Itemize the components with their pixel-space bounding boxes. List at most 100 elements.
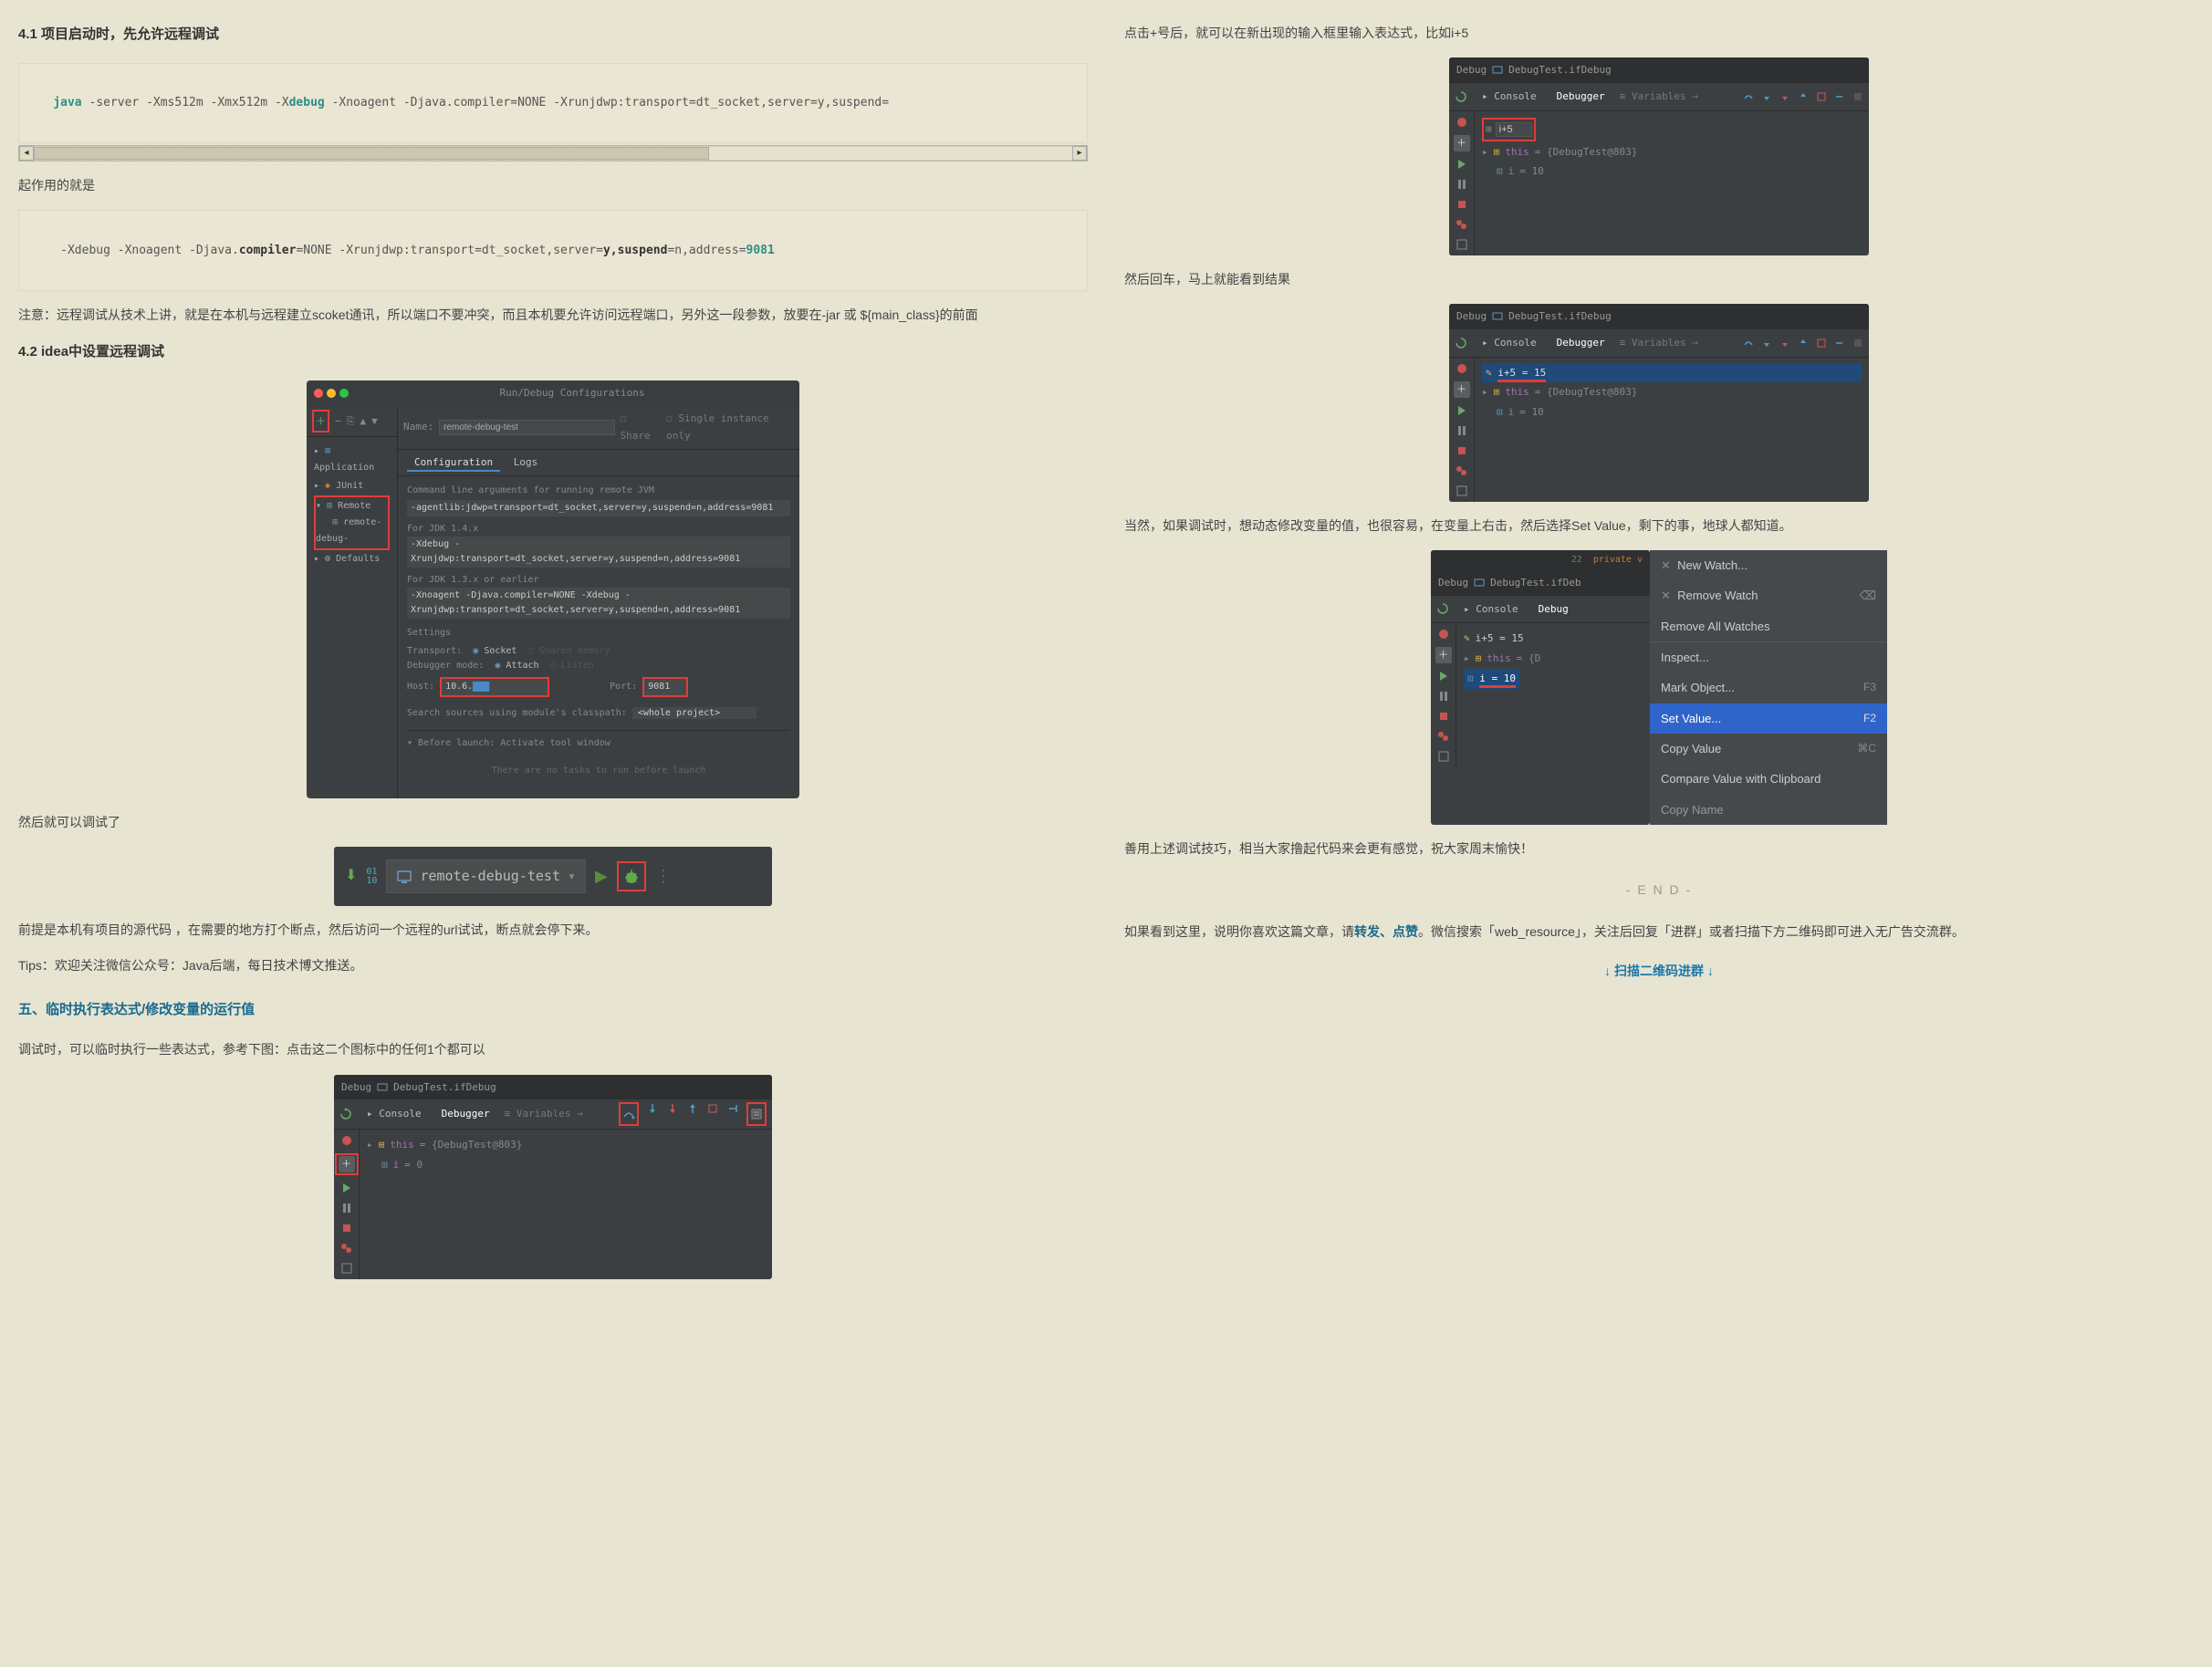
step-over-icon[interactable] bbox=[619, 1102, 639, 1126]
scroll-right-button[interactable]: ▸ bbox=[1072, 146, 1087, 161]
paragraph: 调试时，可以临时执行一些表达式，参考下图：点击这二个图标中的任何1个都可以 bbox=[18, 1038, 1088, 1061]
tab-configuration[interactable]: Configuration bbox=[407, 454, 500, 472]
step-into-red-icon[interactable] bbox=[1779, 91, 1790, 102]
ctx-copy-value[interactable]: Copy Value⌘C bbox=[1650, 734, 1887, 764]
tab-console[interactable]: ▸ Console bbox=[1476, 86, 1542, 108]
context-menu: ✕ New Watch... ✕ Remove Watch⌫ Remove Al… bbox=[1650, 550, 1887, 826]
section-4-2-title: 4.2 idea中设置远程调试 bbox=[18, 339, 1088, 364]
down-icon[interactable]: ▼ bbox=[371, 412, 378, 431]
section-4-1-title: 4.1 项目启动时，先允许远程调试 bbox=[18, 22, 1088, 47]
host-input[interactable]: 10.6.▇▇▇ bbox=[440, 677, 549, 697]
variable-row[interactable]: ⊡ i = 0 bbox=[367, 1155, 765, 1175]
breakpoints-icon[interactable] bbox=[339, 1241, 354, 1255]
tree-toolbar: ＋ − ⎘ ▲ ▼ bbox=[307, 406, 397, 438]
qr-prompt: ↓ 扫描二维码进群 ↓ bbox=[1124, 960, 2194, 983]
pause-icon[interactable] bbox=[339, 1201, 354, 1215]
step-over-icon[interactable] bbox=[1743, 91, 1754, 102]
module-select[interactable]: <whole project> bbox=[632, 707, 756, 719]
ctx-new-watch[interactable]: ✕ New Watch... bbox=[1650, 550, 1887, 580]
layout-icon[interactable] bbox=[1455, 237, 1469, 252]
config-body: Command line arguments for running remot… bbox=[398, 476, 799, 798]
horizontal-scrollbar[interactable]: ◂ ▸ bbox=[18, 145, 1088, 161]
rerun-icon[interactable] bbox=[1455, 115, 1469, 130]
restart-icon[interactable] bbox=[339, 1108, 352, 1120]
run-debug-config-screenshot: Run/Debug Configurations ＋ − ⎘ ▲ ▼ ▸ ⊞ A… bbox=[307, 380, 799, 798]
variable-row[interactable]: ▸ ⊞ this = {DebugTest@803} bbox=[367, 1135, 765, 1155]
tab-logs[interactable]: Logs bbox=[506, 454, 546, 470]
monitor-icon bbox=[377, 1082, 388, 1093]
stop-icon[interactable] bbox=[1455, 197, 1469, 212]
resume-icon[interactable] bbox=[339, 1181, 354, 1195]
section-5-title: 五、临时执行表达式/修改变量的运行值 bbox=[18, 997, 1088, 1022]
max-dot-icon bbox=[339, 389, 349, 398]
step-out-icon[interactable] bbox=[686, 1102, 699, 1115]
right-column: 点击+号后，就可以在新出现的输入框里输入表达式，比如i+5 Debug Debu… bbox=[1106, 0, 2212, 1297]
breakpoints-icon[interactable] bbox=[1455, 217, 1469, 232]
step-into-icon[interactable] bbox=[1761, 91, 1772, 102]
tree-item-remote-selected[interactable]: ▾ ⊞ Remote ⊞ remote-debug- bbox=[314, 495, 390, 550]
selected-variable-row[interactable]: ⊡ i = 10 bbox=[1464, 669, 1519, 689]
layout-icon[interactable] bbox=[339, 1261, 354, 1276]
step-out-icon[interactable] bbox=[1798, 91, 1809, 102]
dialog-title: Run/Debug Configurations bbox=[500, 384, 645, 402]
debug-panel-screenshot-2: Debug DebugTest.ifDebug ▸ Console Debugg… bbox=[1449, 57, 1869, 255]
tab-console[interactable]: ▸ Console bbox=[1476, 332, 1542, 354]
add-watch-button[interactable]: ＋ bbox=[1454, 381, 1470, 398]
scroll-track[interactable] bbox=[34, 147, 1072, 160]
config-name-input[interactable] bbox=[439, 420, 614, 435]
drop-frame-icon[interactable] bbox=[1816, 91, 1827, 102]
debug-panel-title: Debug DebugTest.ifDebug bbox=[334, 1075, 772, 1100]
debug-button-highlighted[interactable] bbox=[617, 861, 646, 891]
tab-debugger[interactable]: Debugger bbox=[1551, 86, 1611, 108]
watch-result-row[interactable]: ✎ i+5 = 15 bbox=[1482, 363, 1862, 383]
debug-side-buttons: ＋ bbox=[334, 1130, 360, 1279]
run-to-cursor-icon[interactable] bbox=[1834, 91, 1845, 102]
run-config-selector[interactable]: remote-debug-test ▾ bbox=[386, 860, 586, 893]
copy-config-icon[interactable]: ⎘ bbox=[347, 412, 355, 431]
code-hint-line: 22 private v bbox=[1431, 550, 1650, 570]
tree-item[interactable]: ▸ ◆ JUnit bbox=[314, 477, 390, 495]
restart-icon[interactable] bbox=[1455, 337, 1467, 349]
stop-icon[interactable] bbox=[339, 1221, 354, 1235]
tab-debugger[interactable]: Debugger bbox=[1551, 332, 1611, 354]
closing-paragraph: 如果看到这里，说明你喜欢这篇文章，请转发、点赞。微信搜索「web_resourc… bbox=[1124, 921, 2194, 943]
force-step-into-icon[interactable] bbox=[666, 1102, 679, 1115]
tips-paragraph: Tips：欢迎关注微信公众号：Java后端，每日技术博文推送。 bbox=[18, 954, 1088, 977]
ctx-copy-name[interactable]: Copy Name bbox=[1650, 795, 1887, 825]
config-header: Name: ☐ Share ☐ Single instance only bbox=[398, 406, 799, 451]
ctx-compare[interactable]: Compare Value with Clipboard bbox=[1650, 764, 1887, 794]
pause-icon[interactable] bbox=[1455, 177, 1469, 192]
rerun-icon[interactable] bbox=[339, 1133, 354, 1148]
drop-frame-icon[interactable] bbox=[706, 1102, 719, 1115]
kw-debug: debug bbox=[289, 96, 325, 109]
step-into-icon[interactable] bbox=[646, 1102, 659, 1115]
ctx-inspect[interactable]: Inspect... bbox=[1650, 642, 1887, 672]
evaluate-icon[interactable] bbox=[1852, 91, 1863, 102]
ctx-remove-watch[interactable]: ✕ Remove Watch⌫ bbox=[1650, 580, 1887, 610]
up-icon[interactable]: ▲ bbox=[360, 412, 366, 431]
debug-action-icons bbox=[619, 1102, 767, 1126]
remove-config-button[interactable]: − bbox=[335, 412, 341, 431]
add-watch-button[interactable]: ＋ bbox=[1454, 135, 1470, 151]
scroll-thumb[interactable] bbox=[34, 147, 709, 160]
code-block-2: -Xdebug -Xnoagent -Djava.compiler=NONE -… bbox=[18, 210, 1088, 290]
scroll-left-button[interactable]: ◂ bbox=[19, 146, 34, 161]
add-config-button[interactable]: ＋ bbox=[312, 410, 329, 433]
evaluate-expression-icon[interactable] bbox=[746, 1102, 767, 1126]
tab-debugger[interactable]: Debugger bbox=[436, 1103, 496, 1125]
ctx-remove-all[interactable]: Remove All Watches bbox=[1650, 611, 1887, 641]
add-watch-button[interactable]: ＋ bbox=[339, 1156, 355, 1172]
ctx-mark-object[interactable]: Mark Object...F3 bbox=[1650, 672, 1887, 703]
restart-icon[interactable] bbox=[1455, 90, 1467, 103]
tree-item[interactable]: ▸ ⊞ Application bbox=[314, 443, 390, 477]
port-input[interactable]: 9081 bbox=[642, 677, 688, 697]
tab-console[interactable]: ▸ Console bbox=[361, 1103, 427, 1125]
expression-input[interactable] bbox=[1496, 122, 1532, 137]
left-column: 4.1 项目启动时，先允许远程调试 java -server -Xms512m … bbox=[0, 0, 1106, 1297]
share-like-link[interactable]: 转发、点赞 bbox=[1354, 924, 1418, 939]
run-button-icon[interactable]: ▶ bbox=[595, 861, 608, 891]
resume-icon[interactable] bbox=[1455, 157, 1469, 172]
run-to-cursor-icon[interactable] bbox=[726, 1102, 739, 1115]
ctx-set-value[interactable]: Set Value...F2 bbox=[1650, 703, 1887, 734]
tree-item[interactable]: ▸ ⚙ Defaults bbox=[314, 550, 390, 568]
